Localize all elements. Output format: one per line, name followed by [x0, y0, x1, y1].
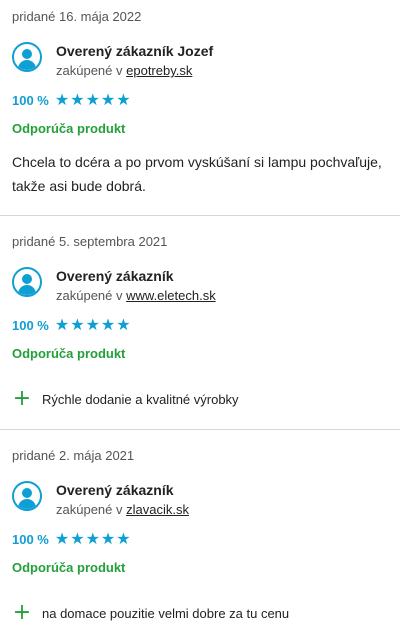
review-item: pridané 5. septembra 2021 Overený zákazn… [0, 216, 400, 430]
review-item: pridané 16. mája 2022 Overený zákazník J… [0, 0, 400, 216]
review-text: Chcela to dcéra a po prvom vyskúšaní si … [12, 154, 382, 194]
shop-link[interactable]: zlavacik.sk [126, 502, 189, 517]
rating-stars: ★ ★ ★ ★ ★ [55, 92, 132, 108]
plus-icon: + [12, 386, 32, 411]
reviews-list: pridané 16. mája 2022 Overený zákazník J… [0, 0, 400, 634]
reviewer-name: Overený zákazník [56, 268, 174, 284]
rating: 100 % ★ ★ ★ ★ ★ [12, 92, 132, 108]
purchase-info: zakúpené v www.eletech.sk [56, 287, 216, 305]
user-avatar-icon [12, 42, 42, 72]
pro-item: + Rýchle dodanie a kvalitné výrobky [12, 386, 239, 411]
recommend-label: Odporúča produkt [12, 346, 126, 361]
reviewer-name: Overený zákazník Jozef [56, 43, 214, 59]
shop-link[interactable]: epotreby.sk [126, 63, 192, 78]
pro-text: na domace pouzitie velmi dobre za tu cen… [42, 605, 290, 621]
user-avatar-icon [12, 267, 42, 297]
shop-link[interactable]: www.eletech.sk [126, 288, 216, 303]
star-icon: ★ [100, 315, 116, 334]
review-date: pridané 16. mája 2022 [12, 9, 142, 24]
star-icon: ★ [54, 529, 70, 548]
rating-percent: 100 % [12, 531, 49, 547]
rating-stars: ★ ★ ★ ★ ★ [55, 317, 132, 333]
star-icon: ★ [85, 529, 100, 548]
rating-percent: 100 % [12, 92, 49, 108]
star-icon: ★ [116, 90, 131, 109]
rating-percent: 100 % [12, 317, 49, 333]
purchase-prefix: zakúpené v [56, 288, 123, 303]
plus-icon: + [12, 600, 32, 625]
star-icon: ★ [70, 315, 85, 334]
purchase-info: zakúpené v epotreby.sk [56, 62, 213, 80]
rating: 100 % ★ ★ ★ ★ ★ [12, 317, 132, 333]
reviewer: Overený zákazník Jozef zakúpené v epotre… [12, 42, 213, 80]
review-date: pridané 2. mája 2021 [12, 448, 135, 463]
reviewer: Overený zákazník zakúpené v zlavacik.sk [12, 481, 189, 519]
rating-stars: ★ ★ ★ ★ ★ [55, 531, 132, 547]
star-icon: ★ [70, 90, 85, 109]
purchase-info: zakúpené v zlavacik.sk [56, 501, 189, 519]
purchase-prefix: zakúpené v [56, 63, 123, 78]
star-icon: ★ [85, 90, 100, 109]
star-icon: ★ [116, 529, 131, 548]
pro-item: + na domace pouzitie velmi dobre za tu c… [12, 600, 290, 625]
purchase-prefix: zakúpené v [56, 502, 123, 517]
reviewer: Overený zákazník zakúpené v www.eletech.… [12, 267, 216, 305]
user-avatar-icon [12, 481, 42, 511]
pro-text: Rýchle dodanie a kvalitné výrobky [42, 391, 239, 407]
star-icon: ★ [70, 529, 85, 548]
star-icon: ★ [116, 315, 131, 334]
recommend-label: Odporúča produkt [12, 560, 126, 575]
recommend-label: Odporúča produkt [12, 121, 126, 136]
star-icon: ★ [54, 315, 70, 334]
star-icon: ★ [100, 529, 116, 548]
star-icon: ★ [100, 90, 116, 109]
review-item: pridané 2. mája 2021 Overený zákazník za… [0, 430, 400, 634]
rating: 100 % ★ ★ ★ ★ ★ [12, 531, 132, 547]
star-icon: ★ [85, 315, 100, 334]
reviewer-name: Overený zákazník [56, 482, 174, 498]
star-icon: ★ [54, 90, 70, 109]
review-date: pridané 5. septembra 2021 [12, 234, 168, 249]
